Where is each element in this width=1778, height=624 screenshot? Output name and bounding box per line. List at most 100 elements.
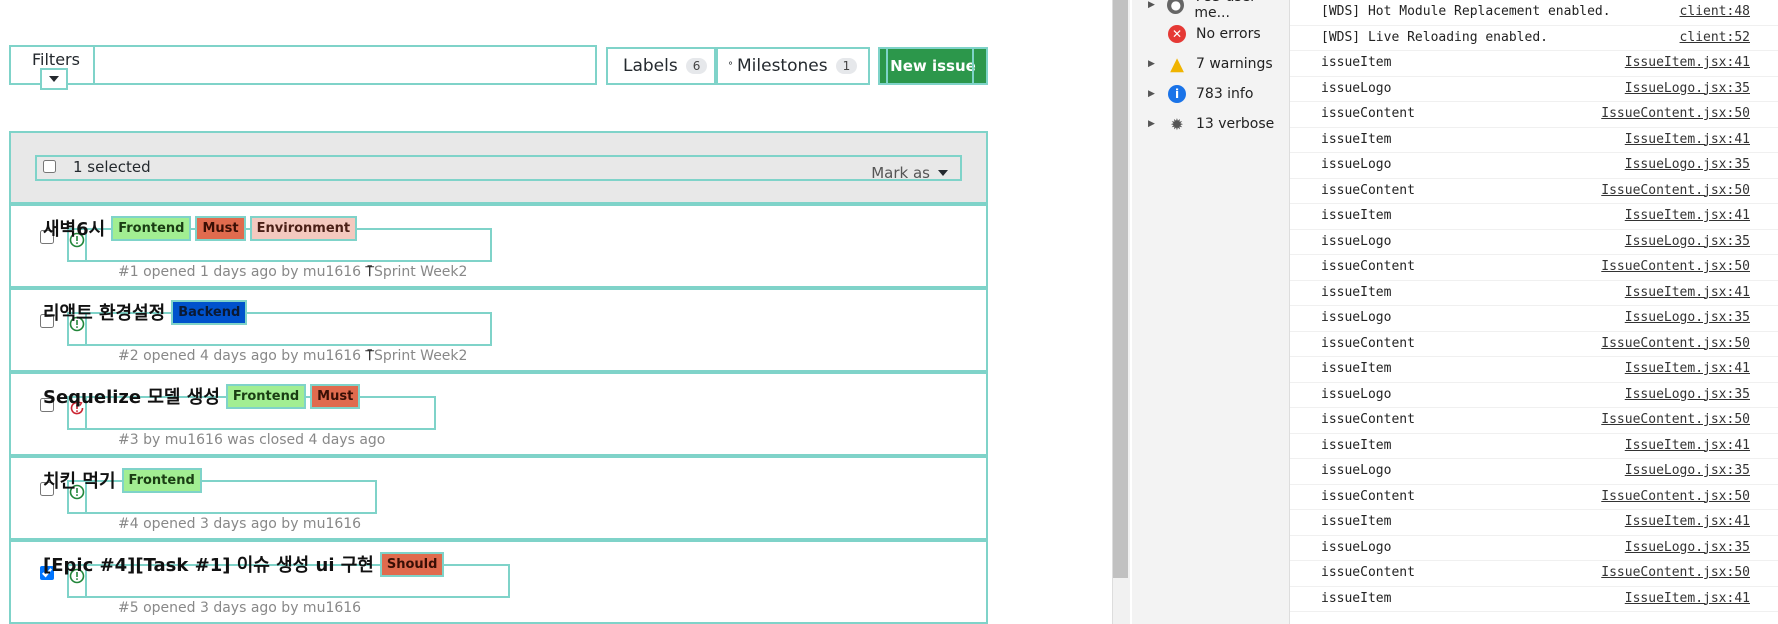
log-source-link[interactable]: IssueItem.jsx:41 bbox=[1625, 285, 1750, 300]
log-source-link[interactable]: IssueLogo.jsx:35 bbox=[1625, 463, 1750, 478]
chevron-down-icon bbox=[938, 170, 948, 176]
log-source-link[interactable]: IssueLogo.jsx:35 bbox=[1625, 234, 1750, 249]
log-source-link[interactable]: IssueContent.jsx:50 bbox=[1601, 183, 1750, 198]
log-row: [WDS] Hot Module Replacement enabled. cli… bbox=[1290, 0, 1778, 26]
milestones-label: Milestones bbox=[737, 56, 828, 76]
issue-title-line: 새벽6시 Frontend Must Environment bbox=[43, 215, 358, 241]
log-source-link[interactable]: IssueItem.jsx:41 bbox=[1625, 208, 1750, 223]
log-message: issueContent bbox=[1321, 259, 1415, 274]
label-tag[interactable]: Backend bbox=[171, 299, 248, 325]
info-icon: i bbox=[1168, 85, 1186, 103]
log-source-link[interactable]: IssueItem.jsx:41 bbox=[1625, 361, 1750, 376]
filters-bar: Filters bbox=[9, 45, 597, 90]
log-source-link[interactable]: IssueLogo.jsx:35 bbox=[1625, 157, 1750, 172]
new-issue-label: New issue bbox=[890, 57, 976, 75]
log-source-link[interactable]: IssueItem.jsx:41 bbox=[1625, 591, 1750, 606]
sidebar-item-info[interactable]: ▶ i 783 info bbox=[1132, 81, 1290, 107]
log-row: issueLogo IssueLogo.jsx:35 bbox=[1290, 230, 1778, 255]
issue-meta: #2 opened 4 days ago by mu1616 ⍑Sprint W… bbox=[118, 348, 467, 364]
log-source-link[interactable]: IssueContent.jsx:50 bbox=[1601, 565, 1750, 580]
log-row: issueContent IssueContent.jsx:50 bbox=[1290, 485, 1778, 510]
search-input[interactable] bbox=[95, 47, 595, 83]
issue-meta: #1 opened 1 days ago by mu1616 ⍑Sprint W… bbox=[118, 264, 467, 280]
log-source-link[interactable]: client:52 bbox=[1680, 30, 1750, 45]
expand-arrow-icon[interactable]: ▶ bbox=[1148, 0, 1157, 10]
label-tag[interactable]: Frontend bbox=[121, 467, 202, 493]
page-scrollbar-thumb[interactable] bbox=[1113, 0, 1128, 578]
select-all-checkbox[interactable] bbox=[43, 160, 56, 173]
log-message: issueItem bbox=[1321, 514, 1392, 529]
log-row: [WDS] Live Reloading enabled. client:52 bbox=[1290, 26, 1778, 51]
log-message: issueLogo bbox=[1321, 539, 1392, 555]
log-message: issueLogo bbox=[1321, 233, 1392, 249]
log-source-link[interactable]: IssueLogo.jsx:35 bbox=[1625, 81, 1750, 96]
label-tag[interactable]: Environment bbox=[249, 215, 358, 241]
log-source-link[interactable]: IssueItem.jsx:41 bbox=[1625, 55, 1750, 70]
log-source-link[interactable]: IssueLogo.jsx:35 bbox=[1625, 540, 1750, 555]
new-issue-button[interactable]: New issue bbox=[878, 47, 988, 85]
issue-title[interactable]: 치킨 먹기 bbox=[43, 467, 116, 493]
milestones-button[interactable]: ° Milestones 1 bbox=[716, 47, 870, 85]
log-message: issueContent bbox=[1321, 488, 1415, 504]
log-row: issueContent IssueContent.jsx:50 bbox=[1290, 332, 1778, 357]
label-tag[interactable]: Frontend bbox=[225, 383, 307, 409]
issue-tracker-app: Filters Labels 6 ° Milestones 1 New issu… bbox=[0, 0, 1120, 624]
label-tag[interactable]: Frontend bbox=[111, 215, 192, 241]
issue-meta-text: #5 opened 3 days ago by mu1616 bbox=[118, 600, 362, 616]
issue-row[interactable]: 리액트 환경설정 Backend #2 opened 4 days ago by… bbox=[9, 288, 988, 372]
issue-row[interactable]: Sequelize 모델 생성 Frontend Must #3 by mu16… bbox=[9, 372, 988, 456]
log-source-link[interactable]: client:48 bbox=[1680, 4, 1750, 19]
log-source-link[interactable]: IssueContent.jsx:50 bbox=[1601, 106, 1750, 121]
issue-title[interactable]: 새벽6시 bbox=[43, 215, 105, 241]
expand-arrow-icon[interactable]: ▶ bbox=[1148, 119, 1158, 129]
sidebar-item-warnings[interactable]: ▶ ▲ 7 warnings bbox=[1132, 51, 1290, 77]
selected-count-text: 1 selected bbox=[73, 158, 151, 176]
log-source-link[interactable]: IssueContent.jsx:50 bbox=[1601, 259, 1750, 274]
log-source-link[interactable]: IssueLogo.jsx:35 bbox=[1625, 310, 1750, 325]
label-tag[interactable]: Should bbox=[379, 551, 445, 577]
milestones-count-badge: 1 bbox=[835, 58, 858, 74]
log-row: issueItem IssueItem.jsx:41 bbox=[1290, 587, 1778, 612]
filters-label: Filters bbox=[32, 50, 80, 69]
log-message: issueItem bbox=[1321, 361, 1392, 376]
labels-button[interactable]: Labels 6 bbox=[606, 47, 716, 85]
issue-title[interactable]: 리액트 환경설정 bbox=[43, 299, 165, 325]
log-source-link[interactable]: IssueItem.jsx:41 bbox=[1625, 514, 1750, 529]
labels-count-badge: 6 bbox=[685, 58, 708, 74]
sidebar-item-errors[interactable]: ✕ No errors bbox=[1132, 21, 1290, 47]
expand-arrow-icon[interactable]: ▶ bbox=[1148, 59, 1158, 69]
issue-row[interactable]: [Epic #4][Task #1] 이슈 생성 ui 구현 Should #5… bbox=[9, 540, 988, 624]
sidebar-item-user-messages[interactable]: ▶ ● 783 user me... bbox=[1132, 0, 1290, 21]
mark-as-dropdown[interactable]: Mark as bbox=[871, 164, 948, 182]
filters-dropdown-toggle[interactable] bbox=[40, 68, 68, 90]
sidebar-item-verbose[interactable]: ▶ ✹ 13 verbose bbox=[1132, 111, 1290, 137]
issue-milestone: Sprint Week2 bbox=[373, 348, 468, 364]
log-row: issueLogo IssueLogo.jsx:35 bbox=[1290, 383, 1778, 408]
log-message: issueContent bbox=[1321, 565, 1415, 580]
sidebar-item-label: 783 info bbox=[1196, 86, 1254, 102]
issue-title[interactable]: [Epic #4][Task #1] 이슈 생성 ui 구현 bbox=[43, 551, 374, 577]
log-source-link[interactable]: IssueItem.jsx:41 bbox=[1625, 132, 1750, 147]
log-source-link[interactable]: IssueItem.jsx:41 bbox=[1625, 438, 1750, 453]
log-source-link[interactable]: IssueContent.jsx:50 bbox=[1601, 336, 1750, 351]
log-source-link[interactable]: IssueContent.jsx:50 bbox=[1601, 412, 1750, 427]
issue-row[interactable]: 새벽6시 Frontend Must Environment #1 opened… bbox=[9, 204, 988, 288]
log-source-link[interactable]: IssueContent.jsx:50 bbox=[1601, 489, 1750, 504]
log-row: issueLogo IssueLogo.jsx:35 bbox=[1290, 77, 1778, 102]
log-message: issueItem bbox=[1321, 284, 1392, 300]
label-tag[interactable]: Must bbox=[195, 215, 246, 241]
label-tag[interactable]: Must bbox=[310, 383, 361, 409]
log-message: issueItem bbox=[1321, 208, 1392, 223]
warning-icon: ▲ bbox=[1170, 53, 1184, 75]
log-message: issueContent bbox=[1321, 182, 1415, 198]
log-row: issueLogo IssueLogo.jsx:35 bbox=[1290, 536, 1778, 561]
log-source-link[interactable]: IssueLogo.jsx:35 bbox=[1625, 387, 1750, 402]
issue-title[interactable]: Sequelize 모델 생성 bbox=[43, 383, 220, 409]
log-message: [WDS] Hot Module Replacement enabled. bbox=[1321, 4, 1611, 19]
issue-row[interactable]: 치킨 먹기 Frontend #4 opened 3 days ago by m… bbox=[9, 456, 988, 540]
log-message: issueLogo bbox=[1321, 80, 1392, 96]
log-row: issueItem IssueItem.jsx:41 bbox=[1290, 128, 1778, 153]
filters-button[interactable]: Filters bbox=[11, 47, 95, 90]
log-row: issueItem IssueItem.jsx:41 bbox=[1290, 51, 1778, 77]
expand-arrow-icon[interactable]: ▶ bbox=[1148, 89, 1158, 99]
